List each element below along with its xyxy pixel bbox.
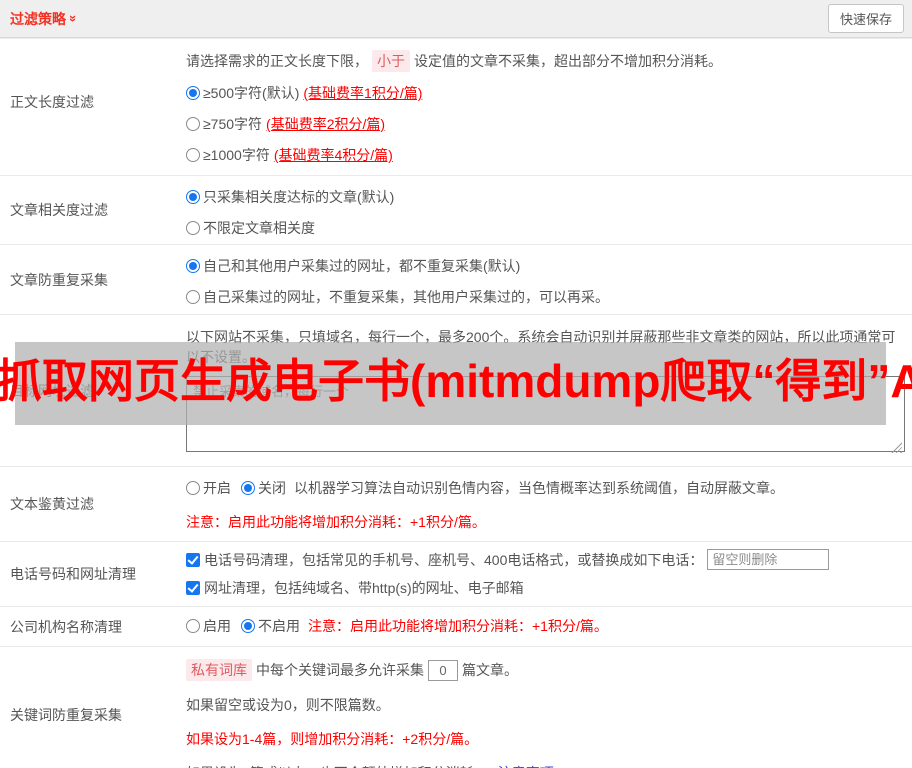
- radio-unchecked-icon[interactable]: [186, 148, 200, 162]
- body-length-option-500[interactable]: ≥500字符(默认) (基础费率1积分/篇): [186, 83, 904, 103]
- quick-save-button[interactable]: 快速保存: [827, 4, 904, 33]
- keyword-limit-note-1-4: 如果设为1-4篇，则增加积分消耗：+2积分/篇。: [186, 731, 479, 747]
- dedupe-option-all-users[interactable]: 自己和其他用户采集过的网址，都不重复采集(默认): [186, 256, 904, 276]
- checkbox-checked-icon[interactable]: [186, 552, 200, 567]
- company-clean-off-label[interactable]: 不启用: [258, 616, 300, 636]
- row-company-clean: 公司机构名称清理 启用 不启用 注意：启用此功能将增加积分消耗：+1积分/篇。: [0, 606, 912, 646]
- relevance-option-unlimited[interactable]: 不限定文章相关度: [186, 218, 904, 238]
- row-body-length-filter: 正文长度过滤 请选择需求的正文长度下限， 小于 设定值的文章不采集，超出部分不增…: [0, 38, 912, 175]
- row-porn-filter: 文本鉴黄过滤 开启 关闭 以机器学习算法自动识别色情内容，当色情概率达到系统阈值…: [0, 466, 912, 541]
- row-dedupe-collection: 文章防重复采集 自己和其他用户采集过的网址，都不重复采集(默认) 自己采集过的网…: [0, 244, 912, 314]
- radio-unchecked-icon[interactable]: [186, 221, 200, 235]
- url-clean-option: 网址清理，包括纯域名、带http(s)的网址、电子邮箱: [186, 578, 904, 598]
- less-than-highlight: 小于: [372, 50, 410, 72]
- radio-unchecked-icon[interactable]: [186, 290, 200, 304]
- fee-note: (基础费率2积分/篇): [266, 116, 386, 132]
- row-label-porn-filter: 文本鉴黄过滤: [10, 496, 94, 512]
- porn-filter-options: 开启 关闭 以机器学习算法自动识别色情内容，当色情概率达到系统阈值，自动屏蔽文章…: [186, 478, 904, 498]
- keyword-limit-input[interactable]: [428, 659, 458, 681]
- fee-note: (基础费率1积分/篇): [303, 85, 423, 101]
- row-label-relevance: 文章相关度过滤: [10, 202, 108, 218]
- row-phone-url-clean: 电话号码和网址清理 电话号码清理，包括常见的手机号、座机号、400电话格式，或替…: [0, 541, 912, 606]
- radio-unchecked-icon[interactable]: [186, 481, 200, 495]
- dedupe-option-self-only[interactable]: 自己采集过的网址，不重复采集，其他用户采集过的，可以再采。: [186, 287, 904, 307]
- page-title-text: 过滤策略: [10, 10, 66, 27]
- porn-filter-off-label[interactable]: 关闭: [258, 478, 286, 498]
- private-thesaurus-link[interactable]: 私有词库: [186, 659, 252, 681]
- row-label-body-length: 正文长度过滤: [10, 94, 94, 110]
- radio-unchecked-icon[interactable]: [186, 619, 200, 633]
- filter-settings-page: 过滤策略 » 快速保存 正文长度过滤 请选择需求的正文长度下限， 小于 设定值的…: [0, 0, 912, 768]
- company-clean-cost-note: 注意：启用此功能将增加积分消耗：+1积分/篇。: [308, 618, 608, 634]
- page-title[interactable]: 过滤策略 »: [10, 9, 82, 29]
- row-label-dedupe: 文章防重复采集: [10, 271, 108, 288]
- phone-clean-option: 电话号码清理，包括常见的手机号、座机号、400电话格式，或替换成如下电话：: [186, 549, 904, 570]
- phone-clean-label[interactable]: 电话号码清理，包括常见的手机号、座机号、400电话格式，或替换成如下电话：: [204, 550, 703, 570]
- porn-filter-on-label[interactable]: 开启: [203, 478, 231, 498]
- radio-unchecked-icon[interactable]: [186, 117, 200, 131]
- body-length-description: 请选择需求的正文长度下限， 小于 设定值的文章不采集，超出部分不增加积分消耗。: [186, 50, 904, 72]
- top-bar: 过滤策略 » 快速保存: [0, 0, 912, 38]
- fee-note: (基础费率4积分/篇): [273, 147, 393, 163]
- chevron-double-down-icon: »: [66, 14, 82, 23]
- radio-checked-icon[interactable]: [241, 619, 255, 633]
- radio-checked-icon[interactable]: [241, 481, 255, 495]
- keyword-limit-note-zero: 如果留空或设为0，则不限篇数。: [186, 697, 390, 713]
- overlay-article-title: 抓取网页生成电子书(mitmdump爬取“得到”A: [0, 355, 912, 407]
- radio-checked-icon[interactable]: [186, 86, 200, 100]
- keyword-limit-note-5plus: 如果设为5篇或以上，也不会额外增加积分消耗。 注意事项 »: [186, 763, 904, 768]
- company-clean-on-label[interactable]: 启用: [203, 616, 231, 636]
- replacement-phone-input[interactable]: [707, 549, 830, 570]
- body-length-option-750[interactable]: ≥750字符 (基础费率2积分/篇): [186, 114, 904, 134]
- porn-filter-description: 以机器学习算法自动识别色情内容，当色情概率达到系统阈值，自动屏蔽文章。: [294, 480, 784, 496]
- notes-link[interactable]: 注意事项: [498, 763, 554, 768]
- radio-checked-icon[interactable]: [186, 259, 200, 273]
- porn-filter-cost-note: 注意：启用此功能将增加积分消耗：+1积分/篇。: [186, 514, 486, 530]
- row-label-company-clean: 公司机构名称清理: [10, 618, 122, 635]
- row-label-keyword-dedupe: 关键词防重复采集: [10, 707, 122, 723]
- row-keyword-dedupe: 关键词防重复采集 私有词库 中每个关键词最多允许采集 篇文章。 如果留空或设为0…: [0, 646, 912, 768]
- body-length-option-1000[interactable]: ≥1000字符 (基础费率4积分/篇): [186, 145, 904, 165]
- keyword-limit-line: 私有词库 中每个关键词最多允许采集 篇文章。: [186, 659, 904, 681]
- radio-checked-icon[interactable]: [186, 190, 200, 204]
- company-clean-options: 启用 不启用 注意：启用此功能将增加积分消耗：+1积分/篇。: [186, 616, 904, 636]
- relevance-option-default[interactable]: 只采集相关度达标的文章(默认): [186, 187, 904, 207]
- row-relevance-filter: 文章相关度过滤 只采集相关度达标的文章(默认) 不限定文章相关度: [0, 175, 912, 244]
- url-clean-label[interactable]: 网址清理，包括纯域名、带http(s)的网址、电子邮箱: [204, 578, 524, 598]
- row-label-phone-url-clean: 电话号码和网址清理: [10, 566, 136, 582]
- checkbox-checked-icon[interactable]: [186, 581, 200, 595]
